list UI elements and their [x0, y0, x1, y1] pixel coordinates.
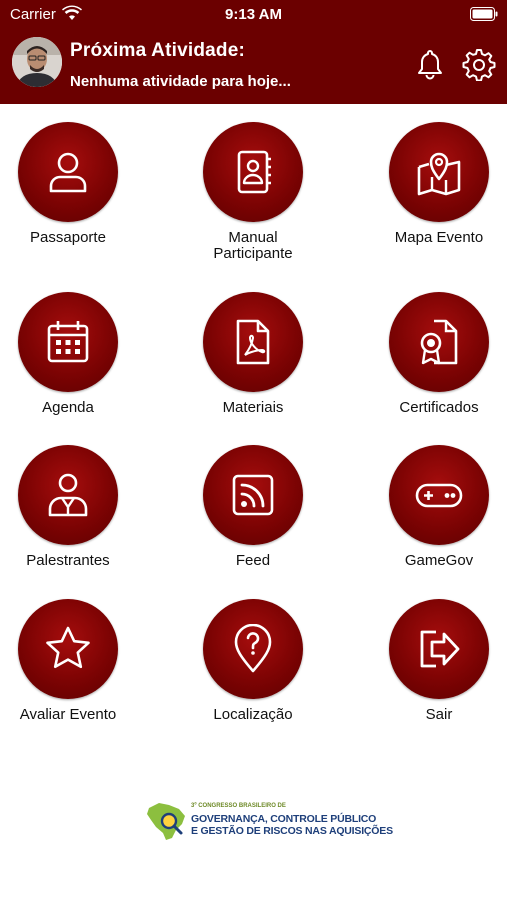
menu-item-sair[interactable]: Sair	[354, 599, 507, 723]
menu-label: Feed	[235, 552, 271, 569]
menu-label: Passaporte	[30, 229, 106, 246]
menu-label: Avaliar Evento	[19, 706, 117, 723]
menu-label: Manual Participante	[213, 229, 293, 262]
menu-label: GameGov	[404, 552, 474, 569]
feed-button[interactable]	[203, 445, 303, 545]
menu-label: Agenda	[42, 399, 94, 416]
gamegov-button[interactable]	[389, 445, 489, 545]
logo-caption: 3º CONGRESSO BRASILEIRO DE	[191, 803, 286, 809]
menu-item-feed[interactable]: Feed	[168, 445, 338, 569]
exit-icon	[420, 630, 460, 668]
menu-item-localizacao[interactable]: Localização	[168, 599, 338, 723]
menu-item-passaporte[interactable]: Passaporte	[0, 122, 153, 246]
menu-item-manual-participante[interactable]: Manual Participante	[168, 122, 338, 262]
mapa-evento-button[interactable]	[389, 122, 489, 222]
contact-book-icon	[237, 150, 271, 194]
manual-participante-button[interactable]	[203, 122, 303, 222]
status-bar: Carrier 9:13 AM	[0, 0, 507, 30]
logo-line-1: GOVERNANÇA, CONTROLE PÚBLICO	[191, 813, 377, 825]
menu-item-gamegov[interactable]: GameGov	[354, 445, 507, 569]
battery-icon	[470, 7, 498, 25]
menu-label: Sair	[425, 706, 453, 723]
menu-label: Mapa Evento	[394, 229, 484, 246]
certificate-icon	[420, 319, 458, 365]
avaliar-evento-button[interactable]	[18, 599, 118, 699]
menu-item-mapa-evento[interactable]: Mapa Evento	[354, 122, 507, 246]
next-activity-title: Próxima Atividade:	[70, 40, 245, 61]
clock: 9:13 AM	[225, 6, 282, 23]
menu-label: Localização	[213, 706, 293, 723]
menu-item-materiais[interactable]: Materiais	[168, 292, 338, 416]
passaporte-button[interactable]	[18, 122, 118, 222]
gear-icon[interactable]	[462, 47, 496, 82]
gamepad-icon	[415, 483, 463, 508]
menu-label: Certificados	[399, 399, 479, 416]
star-icon	[46, 626, 90, 669]
logo-line-2: E GESTÃO DE RISCOS NAS AQUISIÇÕES	[191, 825, 393, 837]
palestrantes-button[interactable]	[18, 445, 118, 545]
avatar[interactable]	[12, 37, 62, 87]
menu-label: Materiais	[222, 399, 284, 416]
agenda-button[interactable]	[18, 292, 118, 392]
localizacao-button[interactable]	[203, 599, 303, 699]
pdf-file-icon	[236, 319, 270, 365]
calendar-icon	[47, 321, 89, 363]
menu-item-certificados[interactable]: Certificados	[354, 292, 507, 416]
location-help-icon	[234, 624, 272, 673]
person-icon	[49, 152, 87, 193]
menu-item-agenda[interactable]: Agenda	[0, 292, 153, 416]
sair-button[interactable]	[389, 599, 489, 699]
next-activity-status: Nenhuma atividade para hoje...	[70, 73, 291, 90]
menu-label: Palestrantes	[26, 552, 110, 569]
materiais-button[interactable]	[203, 292, 303, 392]
menu-item-avaliar-evento[interactable]: Avaliar Evento	[0, 599, 153, 723]
app-header: Próxima Atividade: Nenhuma atividade par…	[0, 30, 507, 104]
map-pin-icon	[417, 152, 461, 196]
menu-item-palestrantes[interactable]: Palestrantes	[0, 445, 153, 569]
brazil-map-magnifier-icon	[147, 803, 185, 840]
bell-icon[interactable]	[413, 47, 447, 81]
rss-feed-icon	[232, 474, 274, 516]
certificados-button[interactable]	[389, 292, 489, 392]
speaker-icon	[48, 473, 88, 517]
congress-logo: 3º CONGRESSO BRASILEIRO DE GOVERNANÇA, C…	[145, 799, 393, 843]
